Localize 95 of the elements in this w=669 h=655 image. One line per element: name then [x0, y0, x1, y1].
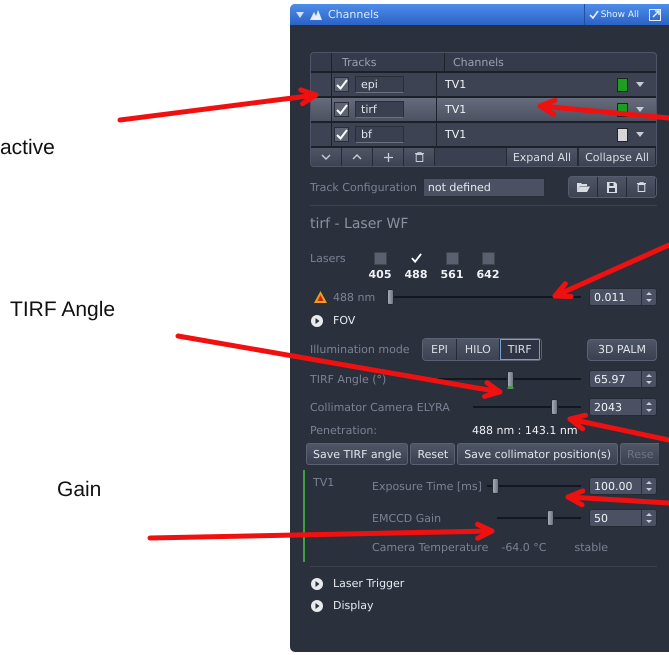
track-row[interactable]: bf TV1: [311, 121, 656, 146]
laser-wavelength: 488: [404, 268, 428, 281]
check-icon: [588, 10, 599, 19]
number-field[interactable]: 50: [589, 509, 657, 527]
track-checkbox[interactable]: [334, 127, 349, 142]
laser-checkbox[interactable]: [374, 252, 386, 265]
number-field[interactable]: 0.011: [589, 288, 657, 306]
expand-icon[interactable]: [311, 578, 323, 590]
field-label: Penetration:: [310, 424, 378, 437]
dropdown-caret-icon[interactable]: [636, 107, 644, 112]
section-title: tirf - Laser WF: [310, 216, 410, 232]
add-button[interactable]: [373, 148, 404, 166]
track-row[interactable]: tirf TV1: [311, 96, 656, 121]
3d-palm-button[interactable]: 3D PALM: [587, 338, 657, 360]
delete-button[interactable]: [404, 148, 435, 166]
channel-color-swatch[interactable]: [617, 78, 628, 92]
slider-thumb[interactable]: [547, 510, 554, 526]
slider-label: Collimator Camera ELYRA: [310, 400, 451, 414]
mountain-icon: [310, 10, 322, 20]
trash-icon: [414, 152, 424, 162]
slider-thumb[interactable]: [492, 478, 499, 494]
laser-wavelength: 405: [368, 268, 392, 281]
slider-label: TIRF Angle (°): [310, 372, 388, 386]
mode-button[interactable]: TIRF: [500, 339, 541, 360]
trash-icon: [636, 182, 646, 192]
laser-wavelength: 561: [440, 268, 464, 281]
show-all-button[interactable]: Show All: [584, 4, 643, 25]
laser-power-slider[interactable]: [389, 289, 581, 305]
track-name-field[interactable]: bf: [355, 126, 404, 143]
annotation-label: TIRF Angle: [10, 298, 116, 322]
field-label: Lasers: [310, 252, 347, 265]
expand-icon[interactable]: [311, 314, 323, 326]
slider[interactable]: [473, 399, 581, 415]
track-name-field[interactable]: epi: [355, 76, 404, 93]
number-field[interactable]: 2043: [589, 398, 657, 416]
delete-button[interactable]: [627, 177, 656, 197]
temperature-value: -64.0 °C: [501, 541, 546, 554]
slider-label: EMCCD Gain: [372, 512, 442, 524]
section-toggle[interactable]: Laser Trigger: [333, 577, 404, 590]
channel-name: TV1: [445, 128, 468, 141]
open-folder-button[interactable]: [569, 177, 598, 197]
laser-checkbox[interactable]: [446, 252, 458, 265]
slider-thumb[interactable]: [550, 399, 558, 415]
field-label: Illumination mode: [310, 343, 411, 356]
penetration-value: 488 nm : 143.1 nm: [472, 424, 578, 437]
laser-label: 488 nm: [333, 290, 376, 304]
folder-icon: [576, 182, 590, 192]
warning-icon: [314, 291, 327, 303]
channel-label: TV1: [313, 476, 336, 491]
dropdown-caret-icon[interactable]: [636, 82, 644, 87]
action-button[interactable]: Save TIRF angle: [306, 443, 408, 465]
section-toggle[interactable]: Display: [333, 599, 374, 612]
track-checkbox[interactable]: [334, 77, 349, 92]
section-toggle[interactable]: FOV: [333, 314, 356, 327]
dropdown-caret-icon[interactable]: [636, 132, 644, 137]
annotation-label: Gain: [57, 478, 102, 502]
slider[interactable]: [497, 510, 581, 526]
laser-wavelength: 642: [476, 268, 500, 281]
slider-thumb[interactable]: [507, 371, 514, 389]
track-configuration-field[interactable]: not defined: [422, 178, 545, 196]
action-button[interactable]: Save collimator position(s): [457, 443, 618, 465]
track-name-field[interactable]: tirf: [355, 101, 404, 118]
table-action-button[interactable]: Expand All: [506, 148, 578, 166]
annotation-label: active: [0, 136, 55, 160]
field-label: Track Configuration: [310, 180, 417, 194]
mode-button[interactable]: HILO: [456, 339, 500, 360]
channel-color-swatch[interactable]: [617, 128, 628, 142]
panel-title: Channels: [328, 8, 379, 21]
slider-thumb[interactable]: [387, 289, 394, 305]
chevron-up-icon: [352, 154, 362, 160]
mode-button[interactable]: EPI: [423, 339, 457, 360]
column-header: Channels: [453, 56, 504, 68]
undock-icon[interactable]: [649, 8, 661, 20]
action-button[interactable]: Reset: [410, 443, 456, 465]
table-action-button[interactable]: Collapse All: [578, 148, 656, 166]
slider-label: Exposure Time [ms]: [372, 480, 483, 492]
laser-checkbox[interactable]: [482, 252, 494, 265]
slider[interactable]: [487, 478, 581, 494]
track-checkbox[interactable]: [334, 102, 349, 117]
slider[interactable]: [437, 371, 581, 387]
move-down-button[interactable]: [311, 148, 342, 166]
number-field[interactable]: 65.97: [589, 370, 657, 388]
chevron-down-icon: [321, 154, 331, 160]
collapse-caret-icon[interactable]: [296, 12, 304, 18]
plus-icon: [384, 152, 392, 162]
expand-icon[interactable]: [311, 600, 323, 612]
move-up-button[interactable]: [342, 148, 373, 166]
channel-name: TV1: [445, 78, 468, 91]
channel-name: TV1: [445, 103, 468, 116]
field-label: Camera Temperature: [372, 541, 488, 554]
temperature-status: stable: [574, 541, 608, 554]
track-row[interactable]: epi TV1: [311, 71, 656, 96]
number-field[interactable]: 100.00: [589, 477, 657, 495]
column-header: Tracks: [342, 56, 377, 68]
save-button[interactable]: [598, 177, 627, 197]
